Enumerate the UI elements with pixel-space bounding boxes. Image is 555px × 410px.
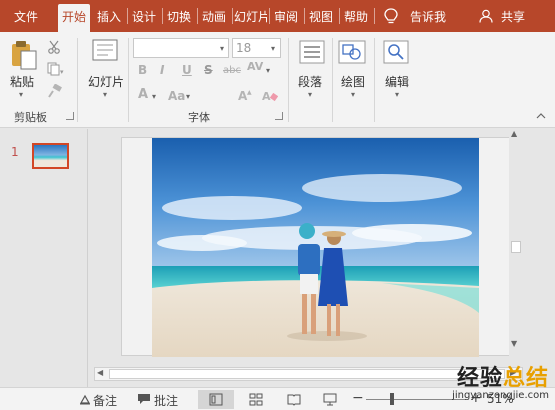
editing-button[interactable]: 编辑 (385, 73, 409, 90)
slide-sorter-icon[interactable] (249, 393, 263, 406)
shapes-icon[interactable] (338, 40, 366, 64)
find-icon[interactable] (383, 40, 409, 64)
font-launcher[interactable] (275, 112, 283, 120)
tab-home[interactable]: 开始 (58, 4, 90, 32)
tab-review[interactable]: 审阅 (271, 4, 301, 32)
tab-insert[interactable]: 插入 (93, 4, 125, 32)
scroll-up-icon[interactable]: ▲ (511, 129, 517, 138)
comments-button[interactable]: 批注 (154, 392, 178, 409)
tab-help[interactable]: 帮助 (341, 4, 371, 32)
slide-thumbnail-pane: 1 (0, 129, 88, 387)
beach-photo[interactable] (152, 138, 479, 357)
grow-font-icon[interactable]: A ▲ (238, 88, 254, 102)
format-painter-icon[interactable] (47, 84, 63, 98)
zoom-slider[interactable] (366, 399, 466, 400)
italic-button[interactable]: I (160, 63, 164, 77)
font-color-button[interactable]: A (138, 87, 148, 102)
svg-text:▾: ▾ (60, 68, 64, 76)
tab-slideshow[interactable]: 幻灯片 (234, 4, 267, 32)
strikethrough-button[interactable]: S (204, 63, 213, 77)
font-group-label: 字体 (188, 111, 210, 124)
ribbon: 粘贴 ▾ ▾ 剪贴板 幻灯片 ▾ ▾ 18 ▾ B I U S abc AV ▾… (0, 32, 555, 128)
comments-icon[interactable] (137, 393, 151, 405)
notes-button[interactable]: 备注 (93, 392, 117, 409)
clipboard-group-label: 剪贴板 (14, 111, 47, 124)
site-watermark: 经验总结 jingyanzongjie.com (452, 360, 549, 401)
notes-icon[interactable] (79, 393, 91, 405)
slide-number: 1 (11, 145, 19, 159)
lightbulb-icon (384, 8, 398, 24)
char-spacing-button[interactable]: AV (247, 60, 263, 73)
slide-editing-area (89, 129, 555, 387)
drawing-button[interactable]: 绘图 (341, 73, 365, 90)
share-button[interactable]: 共享 (496, 4, 530, 32)
abc-shadow-button[interactable]: abc (223, 65, 241, 76)
tab-design[interactable]: 设计 (129, 4, 159, 32)
tab-file[interactable]: 文件 (7, 4, 45, 32)
watermark-brand: 经验 (456, 366, 503, 391)
copy-icon[interactable]: ▾ (47, 62, 65, 76)
slide[interactable] (121, 137, 510, 357)
user-icon (479, 9, 493, 23)
underline-button[interactable]: U (182, 63, 192, 77)
paste-button[interactable]: 粘贴 (10, 73, 34, 90)
scroll-left-icon[interactable]: ◀ (97, 368, 103, 377)
zoom-out-button[interactable]: − (352, 390, 364, 406)
tab-animations[interactable]: 动画 (199, 4, 229, 32)
zoom-slider-thumb[interactable] (390, 393, 394, 405)
paragraph-button[interactable]: 段落 (298, 73, 322, 90)
slideshow-icon[interactable] (323, 393, 337, 406)
reading-view-icon[interactable] (287, 393, 301, 406)
clear-format-icon[interactable]: A (262, 88, 278, 102)
ribbon-tab-bar: 文件 开始 插入 设计 切换 动画 幻灯片 审阅 视图 帮助 告诉我 共享 (0, 0, 555, 32)
slides-button[interactable]: 幻灯片 (88, 73, 124, 90)
scroll-down-icon[interactable]: ▼ (511, 339, 517, 348)
collapse-ribbon-icon[interactable] (536, 112, 546, 120)
tab-transitions[interactable]: 切换 (164, 4, 194, 32)
paragraph-icon[interactable] (299, 40, 325, 64)
clipboard-launcher[interactable] (66, 112, 74, 120)
vertical-scrollbar[interactable]: ▲ ▼ (509, 129, 523, 365)
tell-me-search[interactable]: 告诉我 (406, 4, 450, 32)
watermark-brand-highlight: 总结 (502, 366, 549, 391)
watermark-url: jingyanzongjie.com (452, 390, 549, 401)
cut-icon[interactable] (47, 40, 61, 54)
new-slide-icon[interactable] (92, 39, 118, 63)
normal-view-icon (209, 393, 223, 406)
change-case-button[interactable]: Aa (168, 89, 185, 103)
tab-view[interactable]: 视图 (306, 4, 336, 32)
font-name-input[interactable] (133, 38, 229, 58)
svg-text:A: A (262, 90, 271, 102)
svg-text:▲: ▲ (247, 89, 252, 96)
hscroll-thumb[interactable] (109, 369, 505, 379)
paste-icon[interactable] (10, 40, 38, 70)
scroll-thumb[interactable] (511, 241, 521, 253)
slide-thumbnail[interactable] (32, 143, 69, 169)
bold-button[interactable]: B (138, 63, 147, 77)
normal-view-button[interactable] (198, 390, 234, 409)
